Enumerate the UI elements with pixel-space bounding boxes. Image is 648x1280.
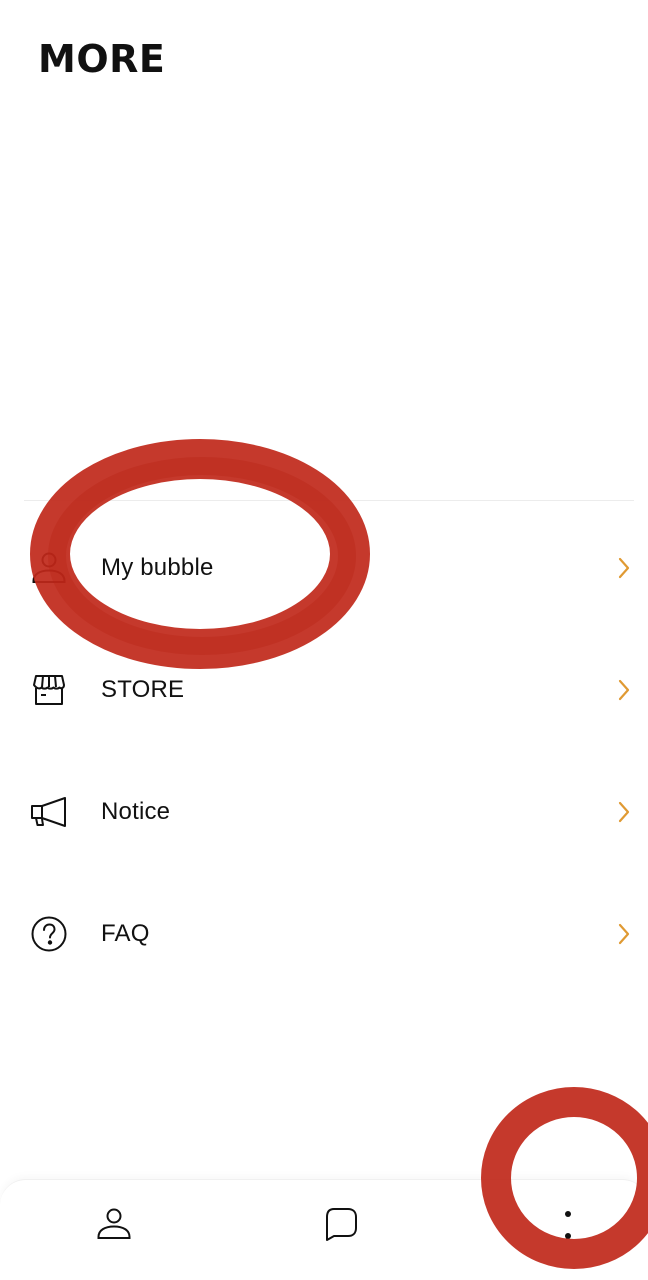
nav-more-button[interactable]	[544, 1202, 592, 1250]
chevron-right-icon	[616, 800, 632, 824]
page-title: MORE	[38, 37, 166, 81]
menu-item-my-bubble[interactable]: My bubble	[0, 507, 648, 629]
divider	[24, 500, 634, 501]
nav-chat-button[interactable]	[317, 1202, 365, 1250]
storefront-icon	[29, 670, 69, 710]
chevron-right-icon	[616, 556, 632, 580]
chevron-right-icon	[616, 678, 632, 702]
menu-item-label: Notice	[101, 798, 171, 825]
menu-item-notice[interactable]: Notice	[0, 751, 648, 873]
menu-item-label: STORE	[101, 676, 185, 703]
megaphone-icon	[29, 792, 69, 832]
menu-item-label: My bubble	[101, 554, 214, 581]
nav-profile-button[interactable]	[90, 1202, 138, 1250]
person-icon	[29, 548, 69, 588]
person-icon	[95, 1205, 133, 1248]
chevron-right-icon	[616, 922, 632, 946]
menu-item-label: FAQ	[101, 920, 150, 947]
bottom-nav	[0, 1179, 648, 1280]
chat-bubble-icon	[322, 1205, 360, 1248]
menu-item-store[interactable]: STORE	[0, 629, 648, 751]
more-vertical-icon	[558, 1205, 578, 1248]
menu-item-faq[interactable]: FAQ	[0, 873, 648, 995]
more-screen: MORE My bubble STORE Notice FAQ	[0, 0, 648, 1280]
menu-list: My bubble STORE Notice FAQ	[0, 507, 648, 995]
question-circle-icon	[29, 914, 69, 954]
